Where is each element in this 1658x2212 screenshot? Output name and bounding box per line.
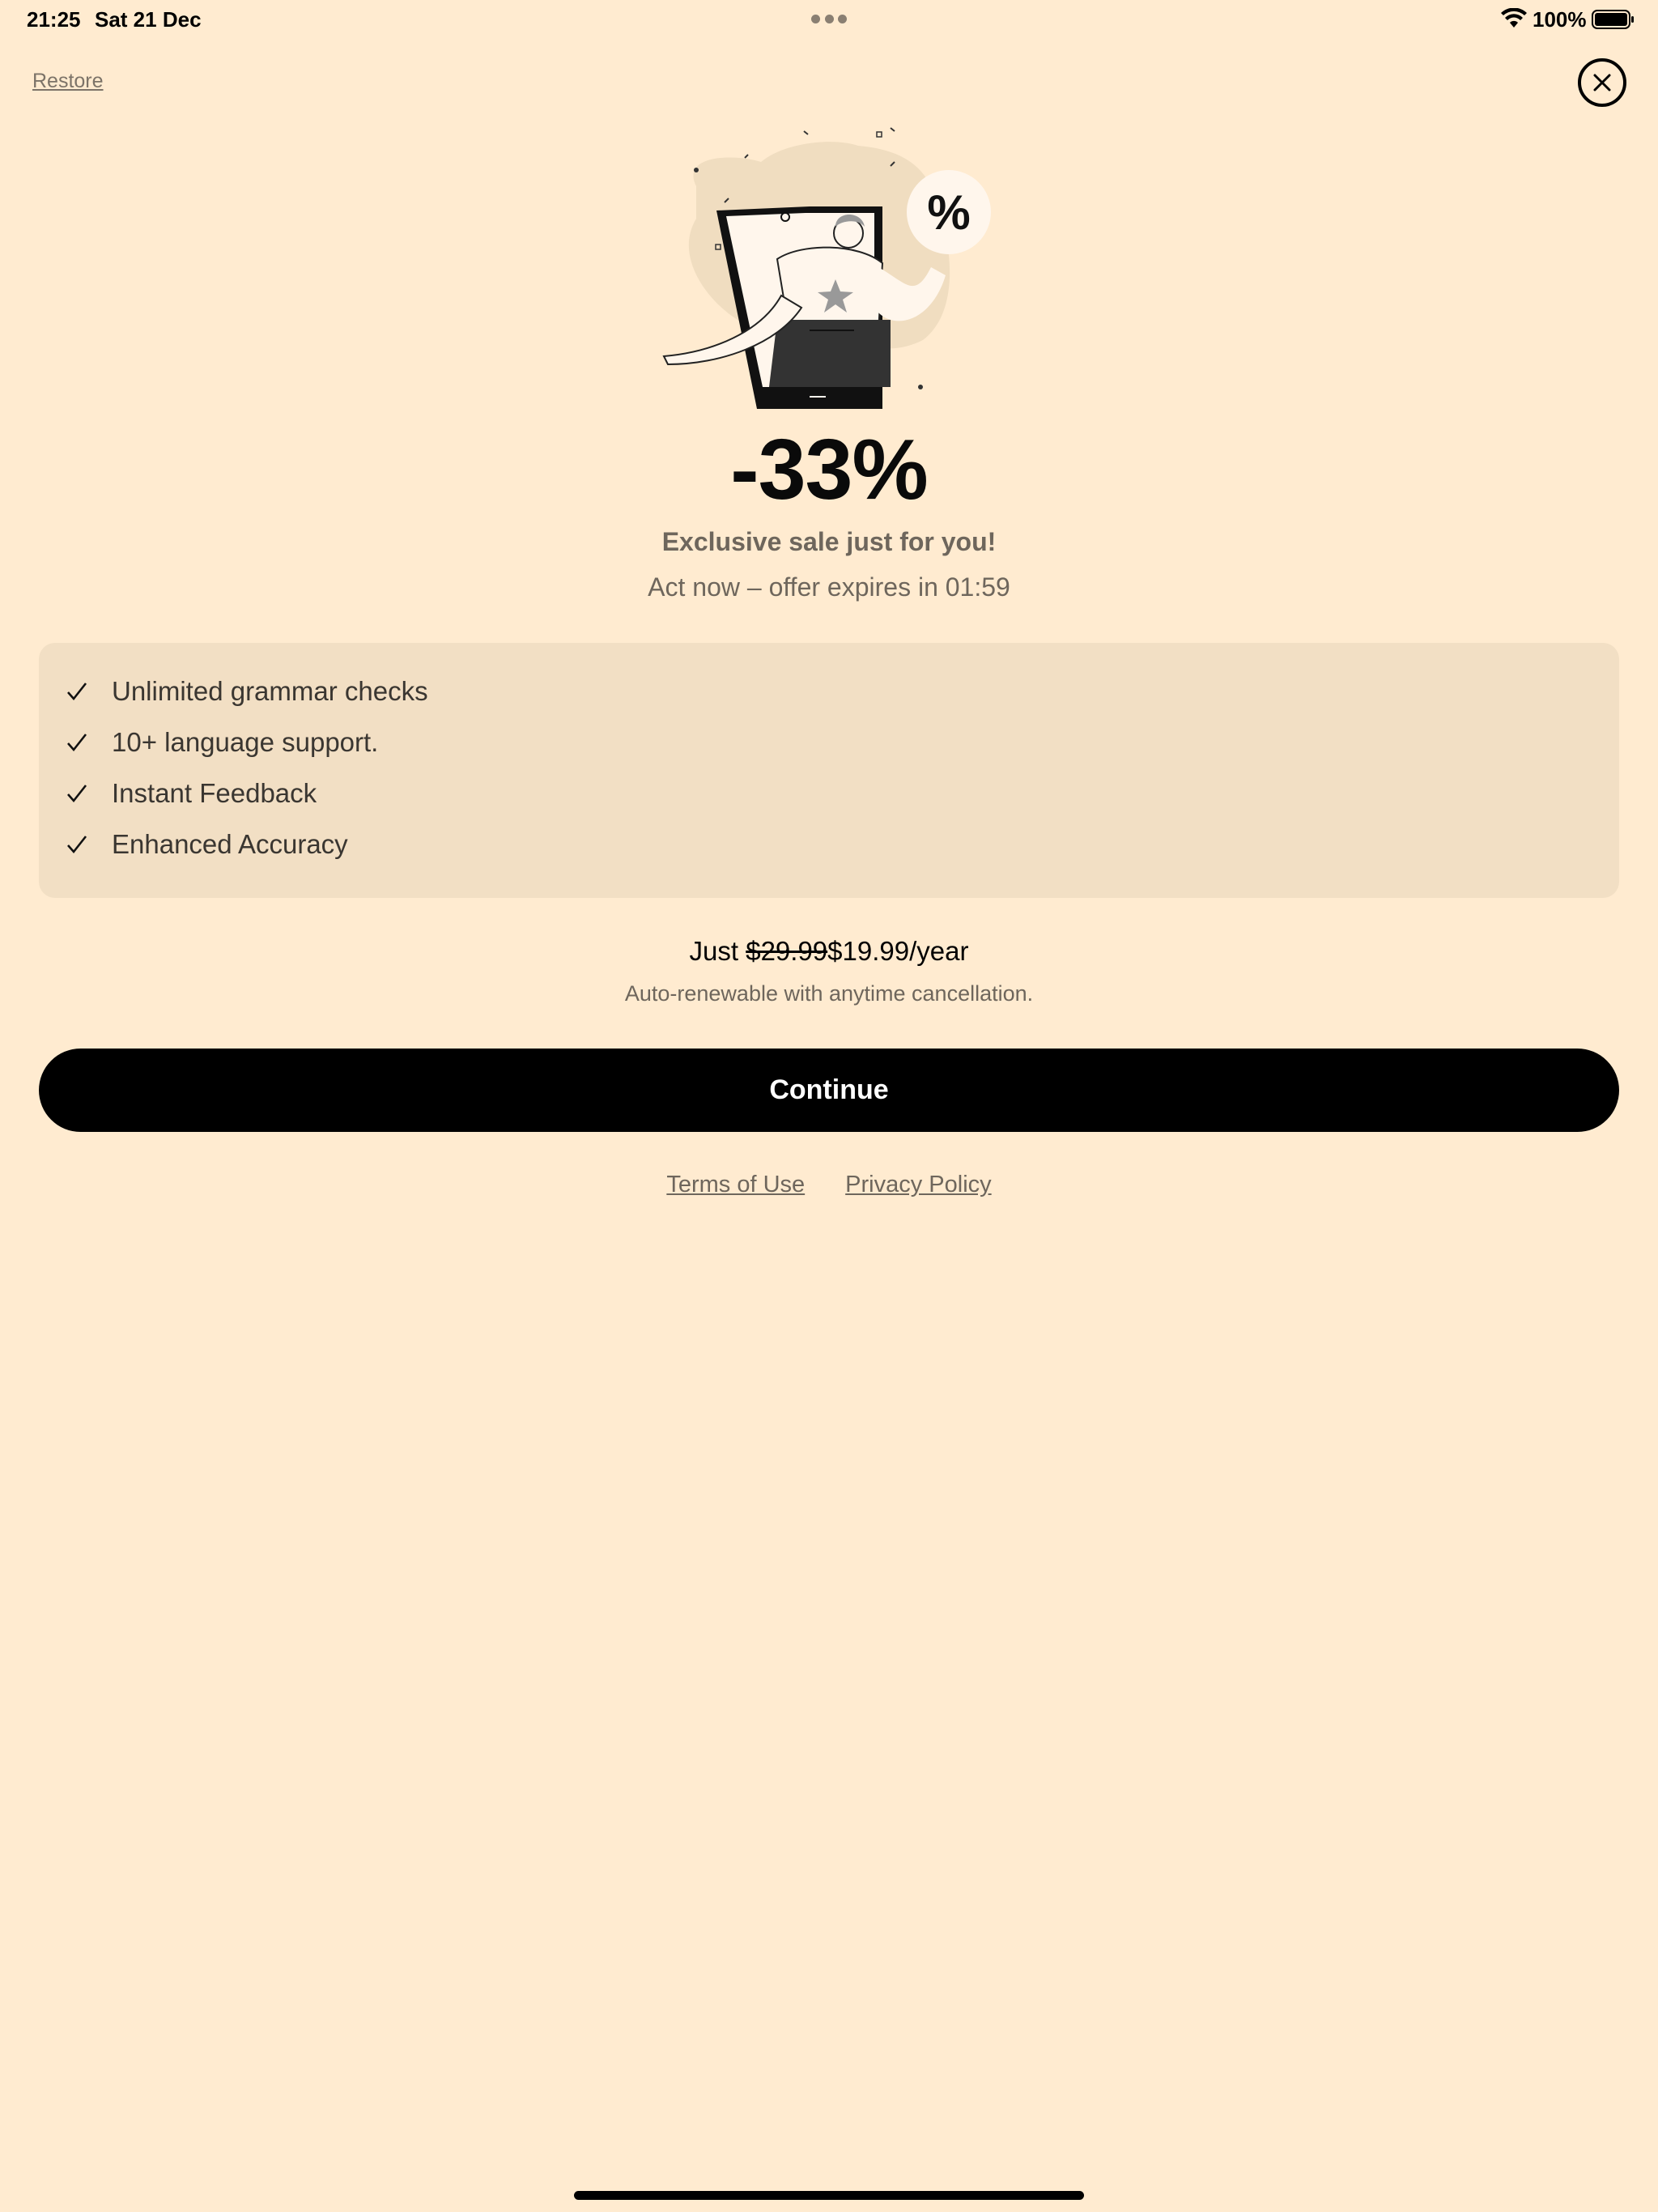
feature-item: 10+ language support. [39,717,1619,768]
home-indicator[interactable] [574,2191,1084,2200]
renewal-note: Auto-renewable with anytime cancellation… [624,981,1034,1006]
status-time: 21:25 [27,7,81,32]
feature-label: Instant Feedback [112,777,317,808]
checkmark-icon [67,733,87,751]
checkmark-icon [67,682,87,700]
feature-label: Unlimited grammar checks [112,675,428,706]
features-card: Unlimited grammar checks 10+ language su… [39,643,1619,898]
close-button[interactable] [1578,58,1626,107]
new-price: $19.99/year [827,936,969,966]
battery-percentage: 100% [1533,7,1587,32]
person-with-phone-discount-illustration: % [662,127,991,409]
close-icon [1593,74,1611,91]
price-line: Just $29.99$19.99/year [0,936,1658,967]
paywall-screen: 21:25 Sat 21 Dec 100% Restore % -33% Exc… [0,0,1658,2212]
feature-item: Unlimited grammar checks [39,666,1619,717]
offer-countdown: Act now – offer expires in 01:59 [648,572,1010,602]
status-date: Sat 21 Dec [95,7,202,32]
sale-subtitle: Exclusive sale just for you! [661,527,997,556]
feature-label: 10+ language support. [112,726,379,757]
checkmark-icon [67,835,87,853]
checkmark-icon [67,784,87,802]
restore-link[interactable]: Restore [32,70,104,93]
terms-of-use-link[interactable]: Terms of Use [666,1172,805,1198]
status-bar: 21:25 Sat 21 Dec 100% [0,0,1658,39]
continue-button[interactable]: Continue [39,1049,1619,1132]
feature-item: Instant Feedback [39,768,1619,819]
feature-item: Enhanced Accuracy [39,819,1619,870]
wifi-icon [1501,8,1527,28]
battery-icon [1592,10,1634,29]
multitask-dots-icon[interactable] [811,15,847,24]
old-price: $29.99 [746,936,828,966]
discount-headline: -33% [730,422,928,517]
privacy-policy-link[interactable]: Privacy Policy [845,1172,992,1198]
price-prefix: Just [689,936,746,966]
feature-label: Enhanced Accuracy [112,828,348,859]
svg-text:%: % [927,185,970,240]
legal-links: Terms of Use Privacy Policy [0,1172,1658,1198]
